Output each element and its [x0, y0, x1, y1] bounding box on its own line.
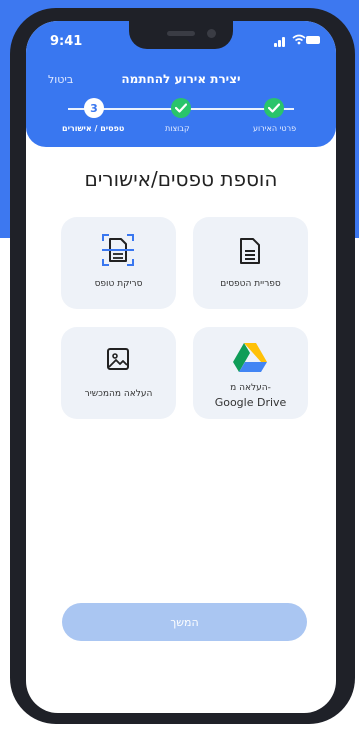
status-icons: [274, 33, 320, 47]
camera: [207, 29, 216, 38]
google-drive-label-line1: העלאה מ-: [230, 383, 271, 393]
continue-button[interactable]: המשך: [62, 603, 307, 641]
scan-form-option[interactable]: סריקת טופס: [61, 217, 176, 309]
battery-icon: [306, 36, 320, 44]
upload-from-device-option[interactable]: העלאה מהמכשיר: [61, 327, 176, 419]
image-icon: [107, 348, 129, 370]
google-drive-option[interactable]: העלאה מ- Google Drive: [193, 327, 308, 419]
speaker: [167, 31, 195, 36]
step-3-number: 3: [90, 101, 98, 115]
scan-document-icon: [102, 234, 134, 266]
form-library-option[interactable]: ספריית הטפסים: [193, 217, 308, 309]
step-1-label: פרטי האירוע: [253, 124, 297, 133]
cancel-button[interactable]: ביטול: [48, 73, 73, 86]
status-time: 9:41: [50, 34, 83, 49]
step-3-label: טפסים / אישורים: [62, 124, 125, 133]
page-header-title: יצירת אירוע להחתמה: [121, 72, 241, 86]
step-2-check-icon: [171, 98, 191, 118]
step-3-indicator: 3: [84, 98, 104, 118]
document-icon: [240, 238, 260, 264]
upload-from-device-label: העלאה מהמכשיר: [84, 389, 153, 399]
scan-form-label: סריקת טופס: [94, 279, 143, 289]
google-drive-label-line2: Google Drive: [214, 396, 287, 409]
google-drive-icon: [233, 343, 267, 372]
page-title: הוספת טפסים/אישורים: [84, 167, 278, 191]
step-1-check-icon: [264, 98, 284, 118]
notch: [129, 21, 233, 49]
phone-screen: 9:41 ביטול יצירת אירוע להחתמה 3 טפסים / …: [26, 21, 336, 713]
form-library-label: ספריית הטפסים: [220, 279, 281, 289]
wifi-icon: [292, 34, 306, 45]
step-2-label: קבוצות: [165, 124, 190, 133]
